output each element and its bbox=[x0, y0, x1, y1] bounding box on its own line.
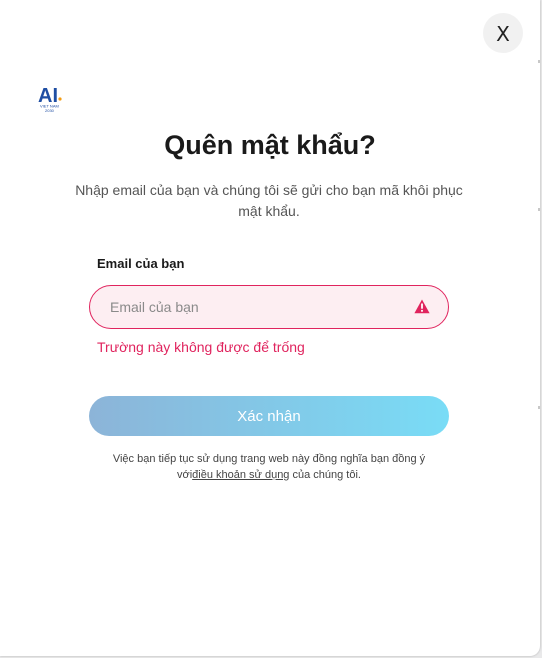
edge-divider bbox=[538, 406, 540, 409]
close-icon: X bbox=[496, 22, 510, 46]
edge-divider bbox=[538, 208, 540, 211]
terms-suffix: của chúng tôi. bbox=[289, 469, 361, 481]
terms-notice: Việc bạn tiếp tục sử dụng trang web này … bbox=[110, 451, 428, 483]
warning-icon bbox=[414, 299, 430, 314]
close-button[interactable]: X bbox=[483, 13, 523, 53]
terms-link[interactable]: điều khoản sử dụng bbox=[192, 469, 289, 481]
email-field[interactable] bbox=[90, 286, 410, 328]
email-field-label: Email của bạn bbox=[97, 256, 185, 271]
page-title: Quên mật khẩu? bbox=[164, 130, 376, 160]
forgot-password-modal: X AI VIET NAM 2030 Quên mật khẩu? Nhập e… bbox=[0, 0, 540, 656]
ai-vietnam-logo: AI VIET NAM 2030 bbox=[38, 85, 62, 113]
email-field-wrapper bbox=[89, 285, 449, 329]
page-subtitle: Nhập email của bạn và chúng tôi sẽ gửi c… bbox=[75, 182, 463, 219]
submit-button[interactable]: Xác nhận bbox=[89, 396, 449, 436]
email-error-message: Trường này không được để trống bbox=[97, 339, 305, 355]
edge-divider bbox=[538, 60, 540, 63]
logo-year: 2030 bbox=[45, 108, 55, 113]
